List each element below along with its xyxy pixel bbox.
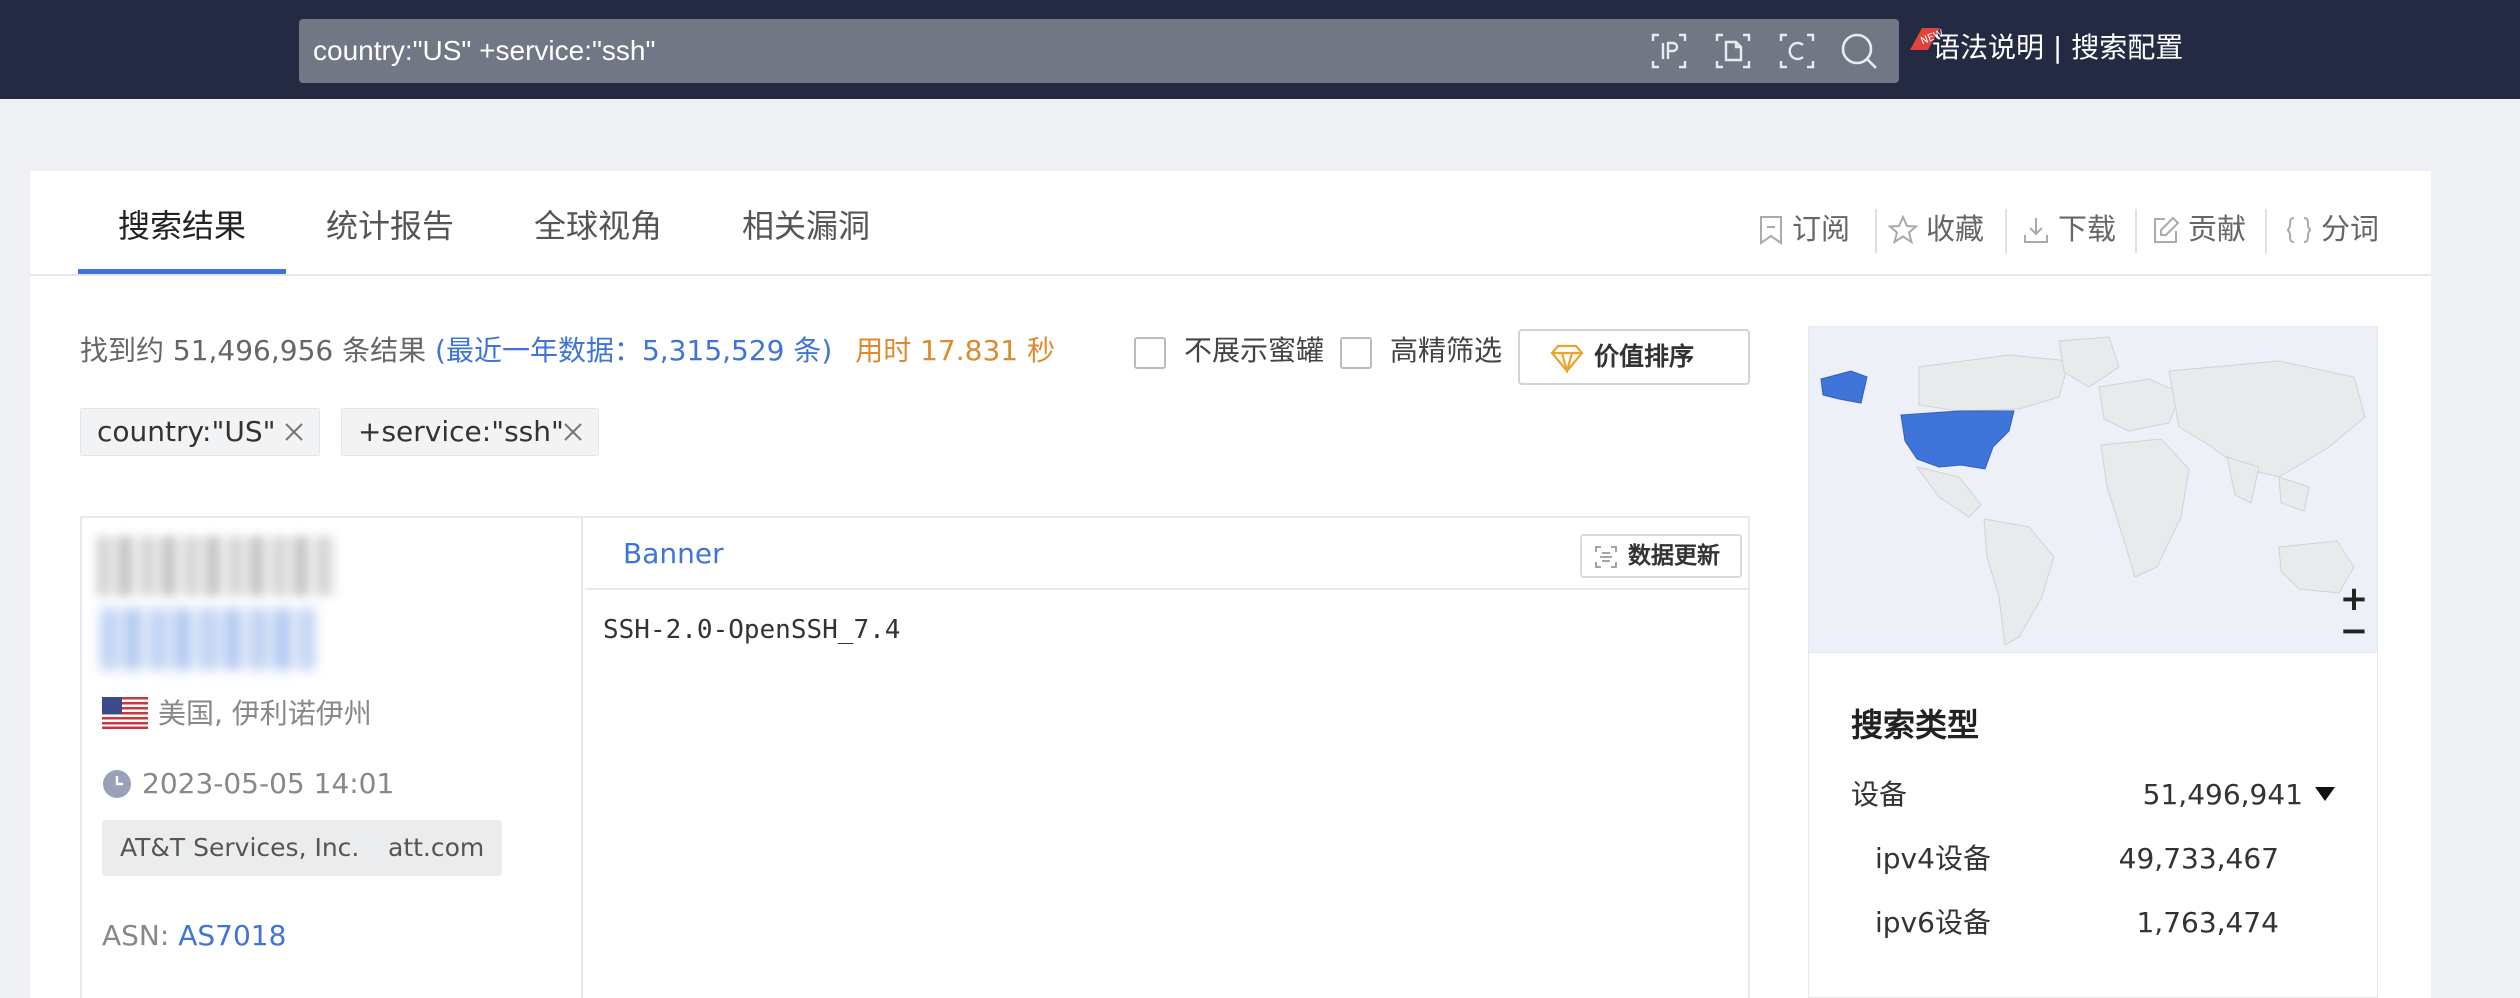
host-location: 美国, 伊利诺伊州: [102, 694, 372, 734]
elapsed-time: 用时 17.831 秒: [855, 334, 1055, 367]
value-sort-button[interactable]: 价值排序: [1518, 329, 1750, 385]
search-icon[interactable]: [1839, 31, 1879, 71]
tab-related-vulns[interactable]: 相关漏洞: [742, 201, 870, 251]
host-info-column: 美国, 伊利诺伊州 2023-05-05 14:01 AT&T Services…: [82, 518, 583, 998]
recent-year-count[interactable]: 5,315,529 条): [642, 334, 832, 367]
favorite-button[interactable]: 收藏: [1887, 207, 1985, 251]
diamond-icon: [1550, 344, 1584, 373]
favorite-label: 收藏: [1926, 212, 1985, 246]
world-map[interactable]: + −: [1808, 326, 2378, 653]
filter-chip-service: +service:"ssh": [341, 408, 599, 456]
us-flag-icon: [102, 697, 148, 729]
data-update-label: 数据更新: [1628, 543, 1720, 569]
action-separator: [1875, 209, 1877, 253]
type-label: 设备: [1851, 778, 1908, 811]
braces-icon: [2286, 217, 2312, 243]
high-precision-label: 高精筛选: [1390, 334, 1503, 367]
clock-icon: [103, 770, 131, 798]
value-sort-label: 价值排序: [1594, 342, 1695, 371]
results-card: 搜索结果 统计报告 全球视角 相关漏洞 订阅 收藏 下载 贡献 分词 找到约 5…: [30, 171, 2431, 998]
asn-link[interactable]: AS7018: [178, 919, 286, 952]
tokenize-label: 分词: [2321, 212, 2380, 246]
domain-tag[interactable]: att.com: [370, 820, 503, 876]
chip-label: country:"US": [97, 415, 276, 448]
syntax-help-link[interactable]: 语法说明: [1932, 31, 2044, 64]
type-label: ipv4设备: [1875, 842, 1991, 875]
total-results: 找到约 51,496,956 条结果: [80, 334, 427, 367]
tab-search-results[interactable]: 搜索结果: [118, 201, 246, 251]
type-label: ipv6设备: [1875, 906, 1991, 939]
search-type-row-ipv6[interactable]: ipv6设备 1,763,474: [1875, 903, 2351, 943]
search-type-title: 搜索类型: [1851, 706, 1980, 744]
search-input[interactable]: country:"US" +service:"ssh": [313, 19, 655, 83]
close-icon[interactable]: [283, 421, 305, 443]
file-search-icon[interactable]: [1713, 31, 1753, 71]
org-tag[interactable]: AT&T Services, Inc.: [102, 820, 378, 876]
type-count: 51,496,941: [2142, 778, 2303, 811]
result-item: 美国, 伊利诺伊州 2023-05-05 14:01 AT&T Services…: [80, 516, 1750, 998]
star-icon: [1887, 214, 1919, 245]
filter-chip-country: country:"US": [80, 408, 320, 456]
tokenize-button[interactable]: 分词: [2285, 207, 2379, 251]
links-separator: |: [2052, 31, 2063, 64]
recent-year-label: (最近一年数据：: [435, 334, 642, 367]
banner-header: Banner 数据更新: [585, 518, 1750, 590]
download-label: 下载: [2058, 212, 2117, 246]
result-summary: 找到约 51,496,956 条结果 (最近一年数据：5,315,529 条) …: [80, 331, 1055, 371]
timestamp-text: 2023-05-05 14:01: [142, 767, 395, 800]
chip-label: +service:"ssh": [358, 415, 564, 448]
search-config-link[interactable]: 搜索配置: [2071, 31, 2183, 64]
ip-search-icon[interactable]: [1649, 31, 1689, 71]
tab-statistics-report[interactable]: 统计报告: [326, 201, 454, 251]
banner-content: SSH-2.0-OpenSSH_7.4: [603, 615, 901, 645]
tabs-divider: [30, 274, 2431, 276]
tab-global-view[interactable]: 全球视角: [534, 201, 662, 251]
action-separator: [2135, 209, 2137, 253]
action-separator: [2265, 209, 2267, 253]
refresh-scan-icon: [1595, 546, 1617, 568]
search-type-row-device[interactable]: 设备 51,496,941: [1851, 775, 2351, 815]
contribute-button[interactable]: 贡献: [2152, 207, 2246, 251]
map-zoom-out-button[interactable]: −: [2339, 614, 2369, 648]
banner-tab[interactable]: Banner: [623, 530, 724, 578]
banner-column: Banner 数据更新 SSH-2.0-OpenSSH_7.4: [585, 518, 1750, 998]
contribute-label: 贡献: [2188, 212, 2247, 246]
host-timestamp: 2023-05-05 14:01: [102, 764, 394, 804]
hide-honeypot-label: 不展示蜜罐: [1184, 334, 1325, 367]
redacted-ip: [96, 536, 336, 596]
world-map-graphic: [1820, 336, 2366, 646]
bookmark-icon: [1760, 216, 1782, 245]
asn-row: ASN: AS7018: [102, 916, 286, 956]
download-icon: [2024, 218, 2048, 243]
download-button[interactable]: 下载: [2022, 207, 2116, 251]
asn-label: ASN:: [102, 919, 170, 952]
redacted-hostname-link: [100, 608, 315, 670]
top-navigation-bar: country:"US" +service:"ssh" NEW 语法说明 | 搜…: [0, 0, 2520, 99]
search-type-row-ipv4[interactable]: ipv4设备 49,733,467: [1875, 839, 2351, 879]
data-update-button[interactable]: 数据更新: [1580, 534, 1742, 578]
location-text: 美国, 伊利诺伊州: [158, 697, 372, 730]
high-precision-checkbox[interactable]: [1340, 337, 1372, 369]
search-bar[interactable]: country:"US" +service:"ssh": [299, 19, 1899, 83]
type-count: 49,733,467: [2118, 842, 2279, 875]
type-count: 1,763,474: [2136, 906, 2279, 939]
close-icon[interactable]: [562, 421, 584, 443]
hide-honeypot-checkbox[interactable]: [1134, 337, 1166, 369]
action-separator: [2005, 209, 2007, 253]
search-help-links: 语法说明 | 搜索配置: [1932, 26, 2183, 70]
search-type-panel: 搜索类型 设备 51,496,941 ipv4设备 49,733,467 ipv…: [1808, 653, 2378, 998]
cert-search-icon[interactable]: [1777, 31, 1817, 71]
edit-icon: [2154, 216, 2180, 243]
subscribe-label: 订阅: [1792, 212, 1851, 246]
subscribe-button[interactable]: 订阅: [1758, 207, 1850, 251]
chevron-down-icon[interactable]: [2315, 787, 2335, 801]
